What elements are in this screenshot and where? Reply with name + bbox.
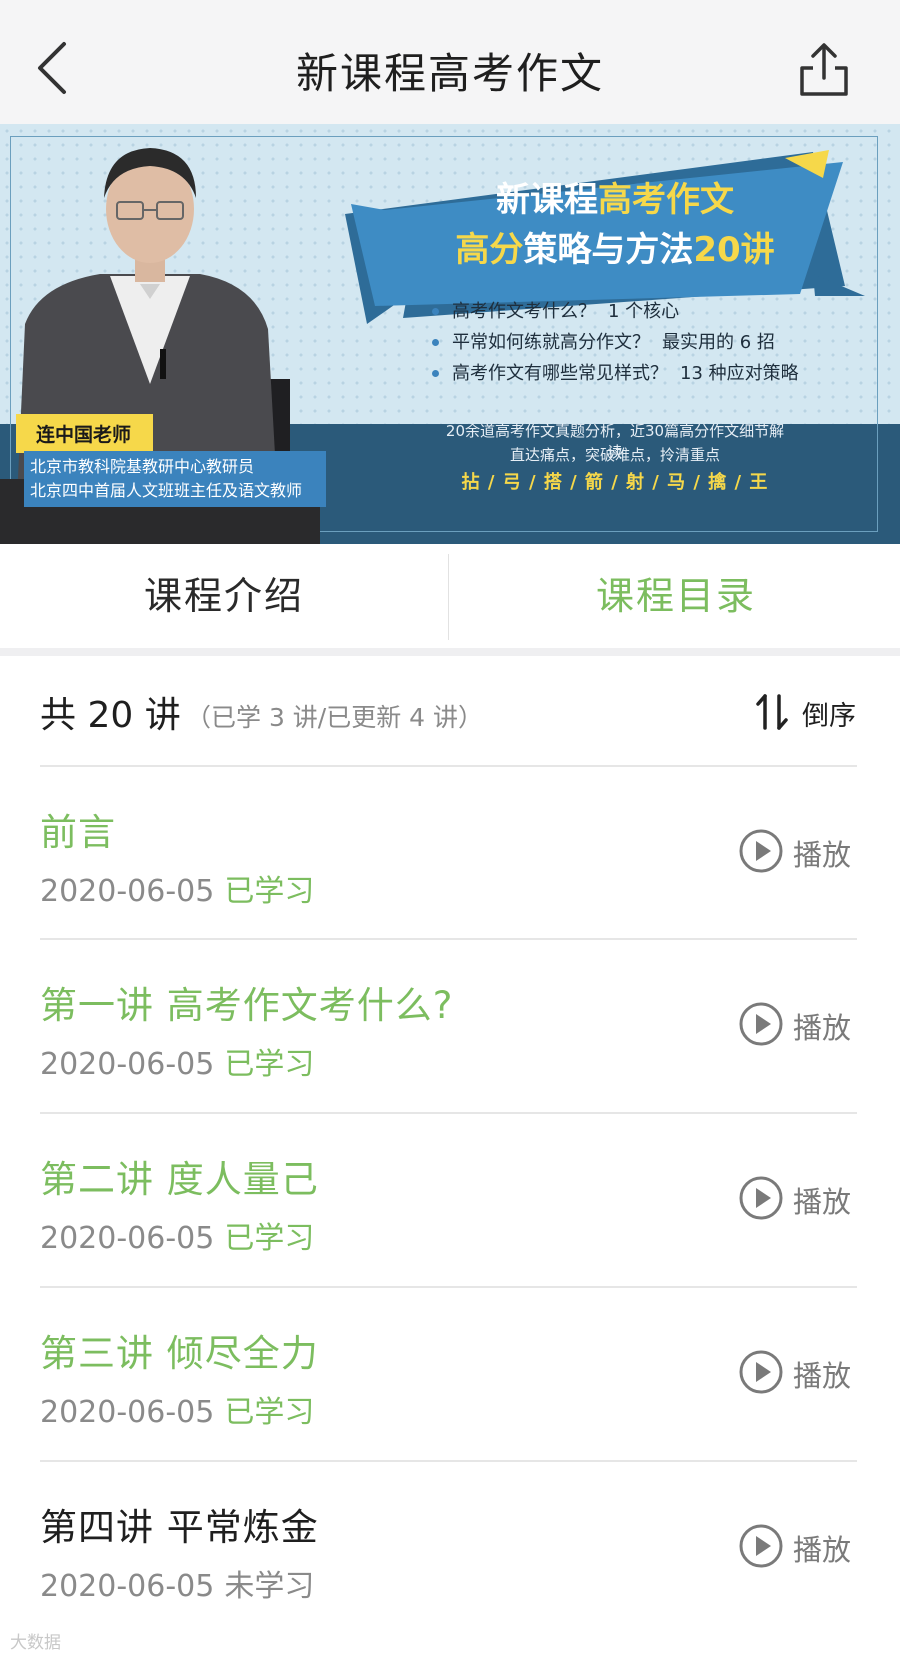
play-label: 播放 bbox=[793, 1185, 852, 1219]
share-button[interactable] bbox=[796, 40, 852, 100]
lesson-status: 已学习 bbox=[224, 1221, 315, 1256]
tab-course-catalog[interactable]: 课程目录 bbox=[452, 544, 900, 648]
lesson-progress: （已学 3 讲/已更新 4 讲） bbox=[186, 703, 484, 732]
play-circle-icon bbox=[739, 1524, 783, 1568]
lesson-meta: 2020-06-05 未学习 bbox=[40, 1561, 314, 1605]
lesson-title: 第三讲 倾尽全力 bbox=[40, 1332, 319, 1375]
headline-part: 高考作文 bbox=[598, 180, 734, 220]
lesson-item[interactable]: 第一讲 高考作文考什么? 2020-06-05 已学习 播放 bbox=[0, 939, 900, 1111]
play-button[interactable]: 播放 bbox=[738, 826, 868, 876]
lesson-item[interactable]: 第四讲 平常炼金 2020-06-05 未学习 播放 bbox=[0, 1461, 900, 1633]
play-button[interactable]: 播放 bbox=[738, 999, 868, 1049]
play-button[interactable]: 播放 bbox=[738, 1173, 868, 1223]
banner-bullets: 高考作文考什么？ 1 个核心 平常如何练就高分作文？ 最实用的 6 招 高考作文有哪… bbox=[430, 296, 799, 389]
play-circle-icon bbox=[739, 829, 783, 873]
sort-icon bbox=[756, 694, 788, 730]
banner-bullet: 高考作文考什么？ 1 个核心 bbox=[430, 296, 799, 327]
lesson-status: 未学习 bbox=[224, 1569, 315, 1604]
tab-divider bbox=[448, 554, 449, 640]
lesson-item[interactable]: 前言 2020-06-05 已学习 播放 bbox=[0, 766, 900, 938]
lesson-meta: 2020-06-05 已学习 bbox=[40, 1387, 314, 1431]
teacher-desc-line: 北京四中首届人文班班主任及语文教师 bbox=[30, 481, 303, 500]
lesson-status: 已学习 bbox=[224, 1047, 315, 1082]
play-label: 播放 bbox=[793, 1359, 852, 1393]
play-circle-icon bbox=[739, 1002, 783, 1046]
lesson-date: 2020-06-05 bbox=[40, 874, 215, 909]
play-circle-icon bbox=[739, 1176, 783, 1220]
teacher-desc-line: 北京市教科院基教研中心教研员 bbox=[30, 457, 255, 476]
play-button[interactable]: 播放 bbox=[738, 1347, 868, 1397]
headline-part: 高分 bbox=[455, 230, 524, 270]
lesson-item[interactable]: 第二讲 度人量己 2020-06-05 已学习 播放 bbox=[0, 1113, 900, 1285]
lesson-meta: 2020-06-05 已学习 bbox=[40, 1213, 314, 1257]
headline-part: 新课程 bbox=[496, 180, 598, 220]
banner-bullet: 高考作文有哪些常见样式？ 13 种应对策略 bbox=[430, 358, 799, 389]
play-label: 播放 bbox=[793, 1011, 852, 1045]
banner-headline-2: 高分策略与方法20讲 bbox=[345, 222, 885, 271]
banner-bullet: 平常如何练就高分作文？ 最实用的 6 招 bbox=[430, 327, 799, 358]
teacher-name-badge: 连中国老师 bbox=[16, 414, 154, 453]
banner-slogan: 拈 / 弓 / 搭 / 箭 / 射 / 马 / 擒 / 王 bbox=[461, 472, 769, 493]
catalog-summary: 共 20 讲 （已学 3 讲/已更新 4 讲） 倒序 bbox=[0, 656, 900, 766]
lesson-title: 第四讲 平常炼金 bbox=[40, 1506, 319, 1549]
banner-headline-1: 新课程高考作文 bbox=[345, 172, 885, 221]
course-tabs: 课程介绍 课程目录 bbox=[0, 544, 900, 648]
headline-part: 策略与方法 bbox=[523, 230, 694, 270]
lesson-status: 已学习 bbox=[224, 874, 315, 909]
lesson-total: 共 20 讲 bbox=[40, 695, 181, 736]
lesson-meta: 2020-06-05 已学习 bbox=[40, 1039, 314, 1083]
lesson-date: 2020-06-05 bbox=[40, 1047, 215, 1082]
lesson-item[interactable]: 第三讲 倾尽全力 2020-06-05 已学习 播放 bbox=[0, 1287, 900, 1459]
banner-desc-2: 直达痛点，突破难点，拎清重点 bbox=[509, 446, 720, 464]
play-button[interactable]: 播放 bbox=[738, 1521, 868, 1571]
watermark: 大数据 bbox=[10, 1633, 61, 1653]
lesson-title: 第一讲 高考作文考什么? bbox=[40, 984, 454, 1027]
tab-course-intro[interactable]: 课程介绍 bbox=[0, 544, 448, 648]
lesson-meta: 2020-06-05 已学习 bbox=[40, 866, 314, 910]
section-spacer bbox=[0, 648, 900, 656]
lesson-date: 2020-06-05 bbox=[40, 1221, 215, 1256]
lesson-date: 2020-06-05 bbox=[40, 1569, 215, 1604]
play-label: 播放 bbox=[793, 1533, 852, 1567]
lesson-title: 第二讲 度人量己 bbox=[40, 1158, 319, 1201]
sort-label: 倒序 bbox=[802, 701, 856, 732]
lesson-date: 2020-06-05 bbox=[40, 1395, 215, 1430]
course-banner[interactable]: 连中国老师 北京市教科院基教研中心教研员 北京四中首届人文班班主任及语文教师 新… bbox=[0, 124, 900, 544]
nav-bar: 新课程高考作文 bbox=[0, 0, 900, 124]
play-label: 播放 bbox=[793, 838, 852, 872]
play-circle-icon bbox=[739, 1350, 783, 1394]
lesson-status: 已学习 bbox=[224, 1395, 315, 1430]
sort-button[interactable]: 倒序 bbox=[754, 686, 858, 736]
page-title: 新课程高考作文 bbox=[295, 49, 604, 98]
lesson-title: 前言 bbox=[40, 811, 116, 854]
teacher-description: 北京市教科院基教研中心教研员 北京四中首届人文班班主任及语文教师 bbox=[24, 451, 326, 507]
share-icon bbox=[800, 43, 848, 96]
headline-part: 20讲 bbox=[693, 230, 775, 270]
